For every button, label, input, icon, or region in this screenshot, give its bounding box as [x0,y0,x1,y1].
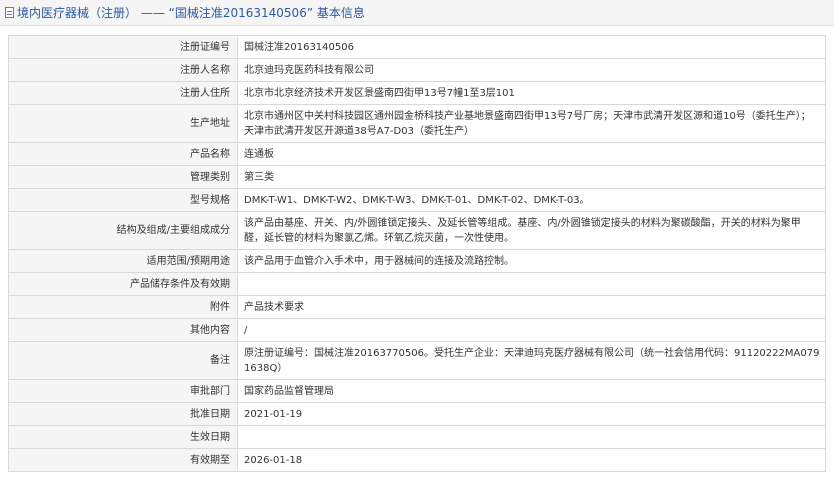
table-row: 生效日期 [8,425,826,449]
row-value: 2021-01-19 [237,402,826,426]
table-row: 批准日期 2021-01-19 [8,402,826,426]
row-value: 北京迪玛克医药科技有限公司 [237,58,826,82]
row-label: 生效日期 [8,425,238,449]
row-label: 注册人住所 [8,81,238,105]
table-row: 其他内容 / [8,318,826,342]
document-icon [5,7,14,18]
table-row: 备注 原注册证编号：国械注准20163770506。受托生产企业：天津迪玛克医疗… [8,341,826,380]
info-table-container: 注册证编号 国械注准20163140506 注册人名称 北京迪玛克医药科技有限公… [8,35,826,472]
row-label: 产品名称 [8,142,238,166]
row-value: 国家药品监督管理局 [237,379,826,403]
row-label: 适用范围/预期用途 [8,249,238,273]
page-header: 境内医疗器械（注册） —— “国械注准20163140506” 基本信息 [0,0,834,26]
row-label: 批准日期 [8,402,238,426]
table-row: 有效期至 2026-01-18 [8,448,826,472]
row-label: 型号规格 [8,188,238,212]
row-value [237,425,826,449]
row-value: 北京市北京经济技术开发区景盛南四街甲13号7幢1至3层101 [237,81,826,105]
table-row: 注册人住所 北京市北京经济技术开发区景盛南四街甲13号7幢1至3层101 [8,81,826,105]
row-label: 注册证编号 [8,35,238,59]
row-label: 结构及组成/主要组成成分 [8,211,238,250]
table-row: 附件 产品技术要求 [8,295,826,319]
page-title: 境内医疗器械（注册） —— “国械注准20163140506” 基本信息 [17,6,365,20]
row-value: 第三类 [237,165,826,189]
row-label: 管理类别 [8,165,238,189]
row-value: 北京市通州区中关村科技园区通州园金桥科技产业基地景盛南四街甲13号7号厂房；天津… [237,104,826,143]
table-row: 型号规格 DMK-T-W1、DMK-T-W2、DMK-T-W3、DMK-T-01… [8,188,826,212]
row-value: 原注册证编号：国械注准20163770506。受托生产企业：天津迪玛克医疗器械有… [237,341,826,380]
table-row: 生产地址 北京市通州区中关村科技园区通州园金桥科技产业基地景盛南四街甲13号7号… [8,104,826,143]
row-value: 产品技术要求 [237,295,826,319]
row-label: 生产地址 [8,104,238,143]
row-label: 附件 [8,295,238,319]
table-row: 审批部门 国家药品监督管理局 [8,379,826,403]
row-value: 该产品用于血管介入手术中，用于器械间的连接及流路控制。 [237,249,826,273]
table-row: 适用范围/预期用途 该产品用于血管介入手术中，用于器械间的连接及流路控制。 [8,249,826,273]
table-row: 注册人名称 北京迪玛克医药科技有限公司 [8,58,826,82]
row-value: 连通板 [237,142,826,166]
row-value: 该产品由基座、开关、内/外圆锥锁定接头、及延长管等组成。基座、内/外圆锥锁定接头… [237,211,826,250]
table-row: 产品储存条件及有效期 [8,272,826,296]
table-row: 注册证编号 国械注准20163140506 [8,35,826,59]
row-label: 其他内容 [8,318,238,342]
row-value [237,272,826,296]
row-value: 国械注准20163140506 [237,35,826,59]
table-row: 管理类别 第三类 [8,165,826,189]
row-label: 备注 [8,341,238,380]
row-label: 审批部门 [8,379,238,403]
row-value: DMK-T-W1、DMK-T-W2、DMK-T-W3、DMK-T-01、DMK-… [237,188,826,212]
row-label: 产品储存条件及有效期 [8,272,238,296]
table-row: 结构及组成/主要组成成分 该产品由基座、开关、内/外圆锥锁定接头、及延长管等组成… [8,211,826,250]
table-row: 产品名称 连通板 [8,142,826,166]
row-value: 2026-01-18 [237,448,826,472]
info-table: 注册证编号 国械注准20163140506 注册人名称 北京迪玛克医药科技有限公… [8,35,826,472]
row-label: 有效期至 [8,448,238,472]
row-label: 注册人名称 [8,58,238,82]
row-value: / [237,318,826,342]
